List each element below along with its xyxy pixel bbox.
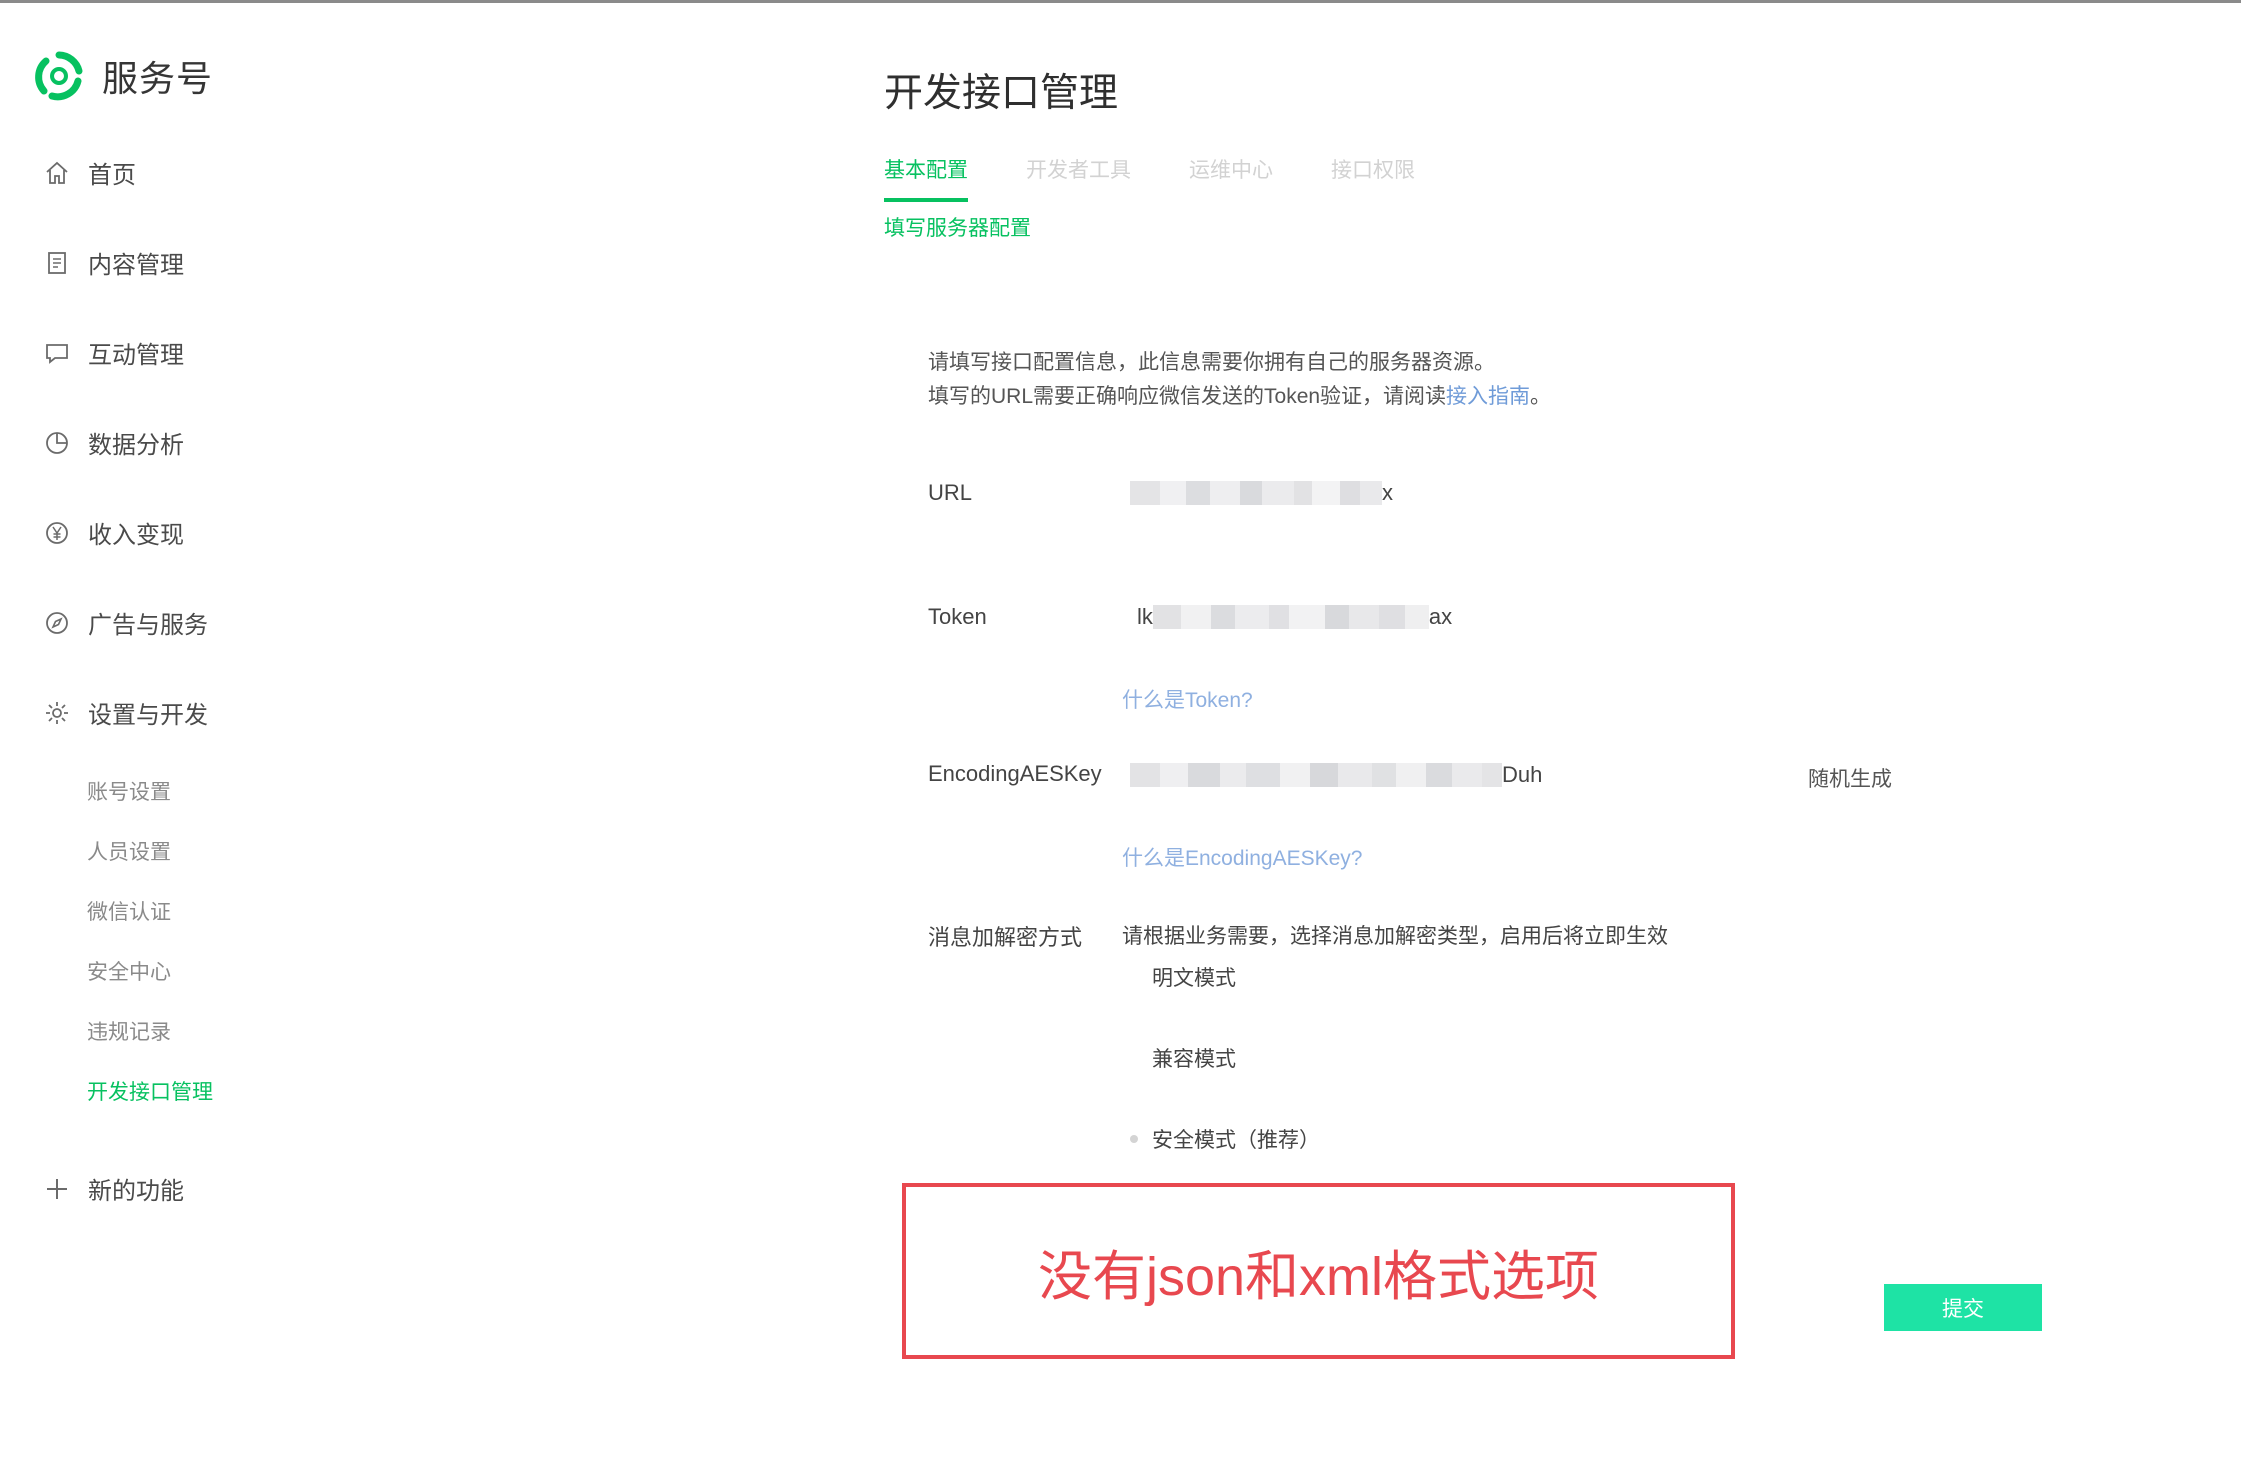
redacted-mosaic (1130, 762, 1502, 788)
sidebar-subitem-security-center[interactable]: 安全中心 (87, 956, 171, 986)
radio-indicator (1130, 1135, 1138, 1143)
chat-bubble-icon (44, 340, 70, 366)
tab-basic-config[interactable]: 基本配置 (884, 154, 968, 202)
document-icon (44, 250, 70, 276)
sidebar-subitem-wechat-verification[interactable]: 微信认证 (87, 896, 171, 926)
annotation-box: 没有json和xml格式选项 (902, 1183, 1735, 1359)
sidebar-item-label: 首页 (88, 162, 136, 189)
random-generate-button[interactable]: 随机生成 (1808, 763, 1892, 793)
radio-plaintext-mode[interactable]: 明文模式 (1130, 962, 1236, 992)
tab-developer-tools[interactable]: 开发者工具 (1026, 154, 1131, 202)
url-value[interactable]: x (1130, 480, 1393, 506)
sidebar-item-settings-dev[interactable]: 设置与开发 (44, 695, 208, 730)
encryption-mode-description: 请根据业务需要，选择消息加解密类型，启用后将立即生效 (1122, 925, 1668, 948)
intro-line-1: 请填写接口配置信息，此信息需要你拥有自己的服务器资源。 (928, 351, 1495, 374)
access-guide-link[interactable]: 接入指南 (1446, 385, 1530, 408)
radio-indicator (1130, 1054, 1138, 1062)
sidebar-item-label: 内容管理 (88, 252, 184, 279)
tab-bar: 基本配置 开发者工具 运维中心 接口权限 (884, 154, 1473, 202)
aes-key-value-suffix: Duh (1502, 762, 1543, 787)
intro-text: 请填写接口配置信息，此信息需要你拥有自己的服务器资源。 填写的URL需要正确响应… (928, 346, 1551, 414)
token-value-prefix: lk (1137, 604, 1153, 629)
pie-chart-icon (44, 430, 70, 456)
compass-icon (44, 610, 70, 636)
sidebar-subitem-violation-records[interactable]: 违规记录 (87, 1016, 171, 1046)
token-value[interactable]: lk ax (1137, 604, 1452, 630)
encryption-mode-label: 消息加解密方式 (928, 925, 1083, 950)
home-icon (44, 160, 70, 186)
intro-line-2-prefix: 填写的URL需要正确响应微信发送的Token验证，请阅读 (928, 385, 1447, 408)
annotation-text: 没有json和xml格式选项 (1037, 1246, 1600, 1307)
sidebar: 服务号 首页 内容管理 互动管理 数据分析 收入变现 广告与服务 设置与开发 账… (0, 0, 420, 1470)
sidebar-item-new-feature[interactable]: 新的功能 (44, 1171, 184, 1206)
page-title: 开发接口管理 (884, 72, 1119, 115)
token-value-suffix: ax (1428, 604, 1453, 629)
sidebar-item-home[interactable]: 首页 (44, 155, 136, 190)
sidebar-subitem-staff-settings[interactable]: 人员设置 (87, 836, 171, 866)
sidebar-item-label: 互动管理 (88, 342, 184, 369)
sidebar-item-analytics[interactable]: 数据分析 (44, 425, 184, 460)
intro-line-2: 填写的URL需要正确响应微信发送的Token验证，请阅读接入指南。 (928, 380, 1551, 414)
redacted-mosaic (1152, 604, 1429, 630)
sidebar-item-label: 收入变现 (88, 522, 184, 549)
redacted-mosaic (1130, 480, 1382, 506)
sidebar-item-label: 数据分析 (88, 432, 184, 459)
aes-key-label: EncodingAESKey (928, 761, 1102, 786)
sidebar-item-interaction[interactable]: 互动管理 (44, 335, 184, 370)
sidebar-item-ads-services[interactable]: 广告与服务 (44, 605, 208, 640)
token-label: Token (928, 604, 987, 629)
radio-compatible-mode[interactable]: 兼容模式 (1130, 1043, 1236, 1073)
tab-ops-center[interactable]: 运维中心 (1189, 154, 1273, 202)
radio-label: 兼容模式 (1152, 1048, 1236, 1071)
plus-icon (44, 1176, 70, 1202)
url-label: URL (928, 480, 973, 505)
brand[interactable]: 服务号 (34, 50, 213, 102)
token-help-link[interactable]: 什么是Token? (1122, 684, 1253, 714)
gear-icon (44, 700, 70, 726)
radio-label: 明文模式 (1152, 967, 1236, 990)
radio-indicator (1130, 973, 1138, 981)
sidebar-item-monetization[interactable]: 收入变现 (44, 515, 184, 550)
wechat-service-logo-icon (35, 51, 83, 101)
submit-button[interactable]: 提交 (1884, 1284, 2042, 1331)
intro-line-2-suffix: 。 (1530, 385, 1552, 408)
tab-api-permissions[interactable]: 接口权限 (1331, 154, 1415, 202)
url-value-suffix: x (1382, 480, 1393, 505)
brand-name: 服务号 (102, 58, 214, 99)
sidebar-item-label: 广告与服务 (88, 612, 208, 639)
sidebar-item-label: 设置与开发 (88, 702, 208, 729)
sidebar-subitem-dev-interface[interactable]: 开发接口管理 (87, 1076, 213, 1106)
sidebar-item-label: 新的功能 (88, 1178, 184, 1205)
aes-key-help-link[interactable]: 什么是EncodingAESKey? (1122, 842, 1362, 872)
aes-key-value[interactable]: Duh (1130, 762, 1542, 788)
radio-secure-mode[interactable]: 安全模式（推荐） (1130, 1124, 1320, 1154)
sidebar-item-content[interactable]: 内容管理 (44, 245, 184, 280)
yen-circle-icon (44, 520, 70, 546)
sidebar-subitem-account-settings[interactable]: 账号设置 (87, 776, 171, 806)
subnav-server-config[interactable]: 填写服务器配置 (884, 212, 1031, 242)
radio-label: 安全模式（推荐） (1152, 1129, 1320, 1152)
